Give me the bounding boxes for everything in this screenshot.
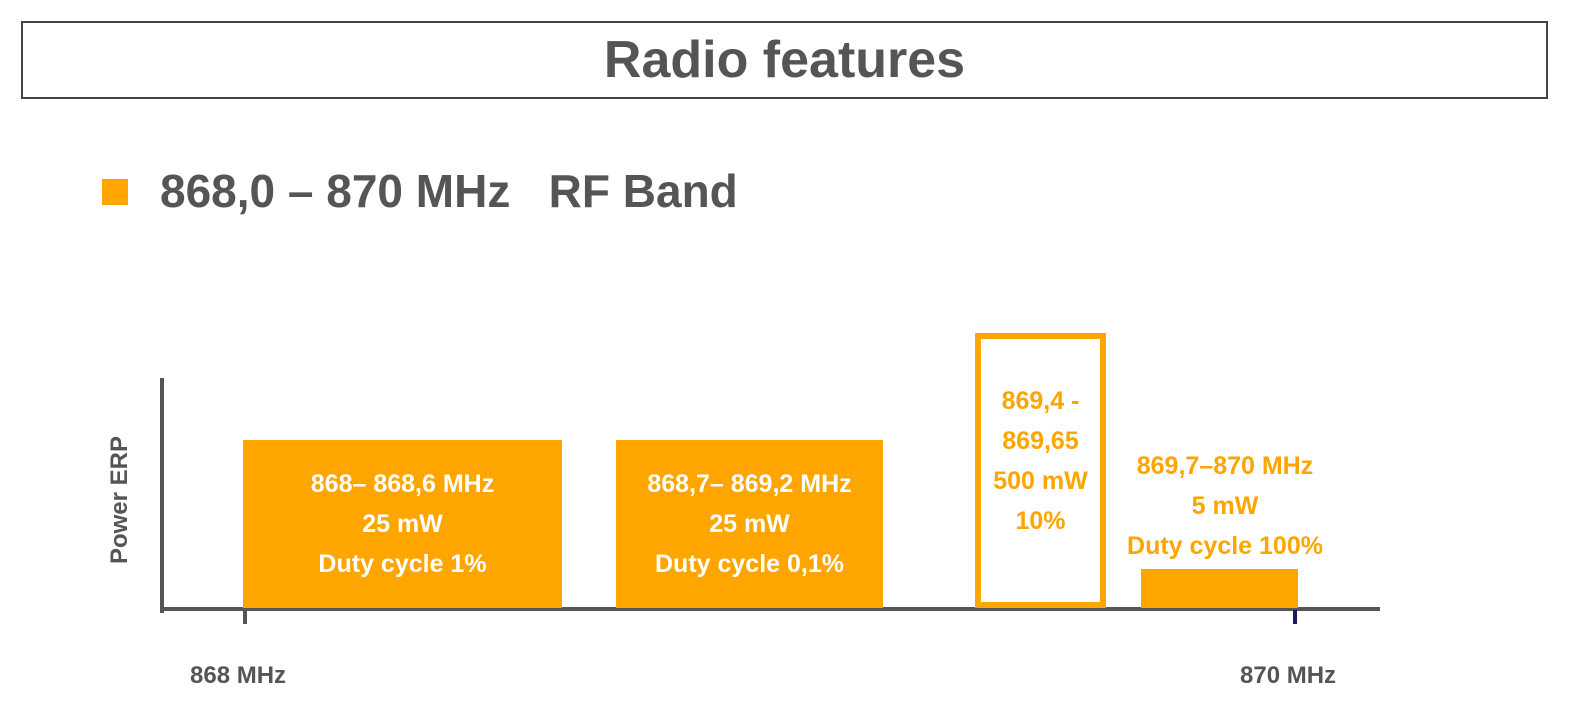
title-box: Radio features bbox=[21, 21, 1548, 99]
band-power: 5 mW bbox=[1191, 492, 1259, 520]
band-duty-cycle: Duty cycle 0,1% bbox=[655, 550, 844, 578]
x-end-label: 870 MHz bbox=[1240, 662, 1337, 689]
band-range: 868,7– 869,2 MHz bbox=[647, 470, 852, 498]
x-tick-end bbox=[1293, 610, 1297, 624]
band-range: 868– 868,6 MHz bbox=[310, 470, 495, 498]
band-range-line1: 869,4 - bbox=[1001, 387, 1080, 415]
band-duty-cycle: Duty cycle 1% bbox=[318, 550, 487, 578]
band-range: 869,7–870 MHz bbox=[1136, 452, 1314, 480]
band-869-4-869-65: 869,4 - 869,65 500 mW 10% bbox=[975, 333, 1106, 608]
band-power: 25 mW bbox=[709, 510, 790, 538]
band-power: 500 mW bbox=[993, 467, 1088, 495]
band-duty-cycle: 10% bbox=[1015, 507, 1066, 535]
x-tick-start bbox=[243, 610, 247, 624]
band-range-line2: 869,65 bbox=[1002, 427, 1079, 455]
bullet-square-icon bbox=[102, 179, 128, 205]
band-subtitle: 868,0 – 870 MHz RF Band bbox=[160, 165, 738, 217]
x-start-label: 868 MHz bbox=[190, 662, 287, 689]
band-869-7-870-label: 869,7–870 MHz 5 mW Duty cycle 100% bbox=[1110, 446, 1340, 566]
page-title: Radio features bbox=[603, 31, 966, 89]
y-axis-label: Power ERP bbox=[106, 435, 133, 565]
band-869-7-870 bbox=[1141, 569, 1298, 608]
y-axis bbox=[160, 378, 164, 613]
band-duty-cycle: Duty cycle 100% bbox=[1127, 532, 1323, 560]
band-868-7-869-2: 868,7– 869,2 MHz 25 mW Duty cycle 0,1% bbox=[616, 440, 883, 608]
band-power: 25 mW bbox=[362, 510, 443, 538]
band-868-868-6: 868– 868,6 MHz 25 mW Duty cycle 1% bbox=[243, 440, 562, 608]
